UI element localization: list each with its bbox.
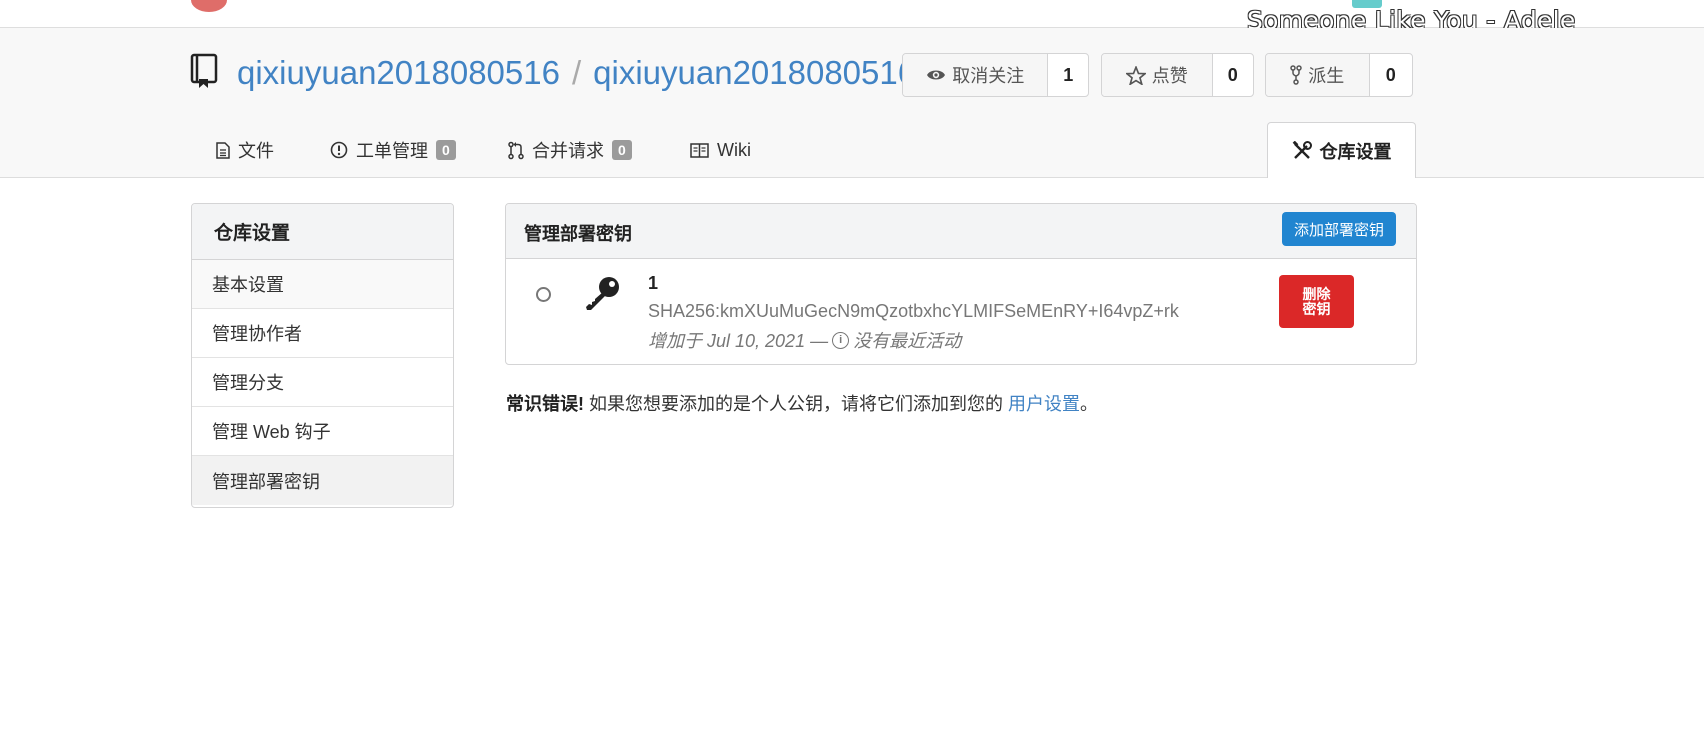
info-icon: i [832,331,850,349]
watch-button-group: 取消关注 1 [902,53,1089,97]
file-icon [216,141,230,159]
sidebar-item-branches[interactable]: 管理分支 [192,358,453,407]
repo-name-link[interactable]: qixiuyuan2018080516 [593,54,916,91]
notice-strong: 常识错误! [506,394,584,414]
tab-pull-requests[interactable]: 合并请求 0 [508,134,632,166]
eye-icon [927,70,946,80]
panel-header: 管理部署密钥 添加部署密钥 [506,204,1416,259]
repo-title: qixiuyuan2018080516 / qixiuyuan2018080516 [237,54,916,92]
deploy-key-added: 增加于 Jul 10, 2021 — [648,331,829,351]
tab-issues[interactable]: 工单管理 0 [330,134,456,166]
tab-wiki[interactable]: Wiki [690,134,751,166]
user-settings-link[interactable]: 用户设置 [1008,394,1080,414]
pulls-count-badge: 0 [612,140,632,160]
book-icon [690,142,709,158]
star-icon [1125,65,1146,85]
tab-issues-label: 工单管理 [356,141,428,161]
watch-button[interactable]: 取消关注 [903,54,1049,96]
settings-sidebar: 仓库设置 基本设置 管理协作者 管理分支 管理 Web 钩子 管理部署密钥 [191,203,454,508]
star-button[interactable]: 点赞 [1102,54,1213,96]
repo-owner-link[interactable]: qixiuyuan2018080516 [237,54,560,91]
add-deploy-key-button[interactable]: 添加部署密钥 [1281,212,1396,246]
sidebar-item-collaborators[interactable]: 管理协作者 [192,309,453,358]
tab-files-label: 文件 [238,141,274,161]
issue-icon [330,141,348,159]
key-status-radio[interactable] [536,287,551,302]
repo-book-icon [190,53,218,88]
sidebar-title: 仓库设置 [192,204,453,260]
fork-icon [1290,65,1303,85]
fork-button[interactable]: 派生 [1266,54,1370,96]
issues-count-badge: 0 [436,140,456,160]
delete-key-line2: 密钥 [1302,300,1331,317]
fork-count[interactable]: 0 [1370,54,1412,96]
deploy-key-name: 1 [648,273,659,293]
tab-settings-label: 仓库设置 [1319,141,1392,162]
tab-files[interactable]: 文件 [216,134,274,166]
star-count[interactable]: 0 [1213,54,1253,96]
watch-label: 取消关注 [952,66,1025,86]
fork-button-group: 派生 0 [1265,53,1413,97]
panel-title: 管理部署密钥 [524,224,632,244]
pull-request-icon [508,141,524,159]
notice-end: 。 [1080,394,1098,414]
deploy-keys-panel: 管理部署密钥 添加部署密钥 1 SHA256:kmXUuMuGecN9mQzot… [505,203,1417,365]
sidebar-item-basic-settings[interactable]: 基本设置 [192,260,453,309]
repo-title-separator: / [571,54,582,91]
deploy-key-fingerprint: SHA256:kmXUuMuGecN9mQzotbxhcYLMIFSeMEnRY… [648,301,1179,321]
star-button-group: 点赞 0 [1101,53,1254,97]
delete-key-line1: 删除 [1302,285,1331,302]
fork-label: 派生 [1308,66,1345,86]
watch-count[interactable]: 1 [1048,54,1088,96]
delete-key-button[interactable]: 删除 密钥 [1279,275,1354,328]
tools-icon [1292,140,1312,159]
notice-text: 如果您想要添加的是个人公钥，请将它们添加到您的 [584,394,1008,414]
tab-pulls-label: 合并请求 [532,141,604,161]
deploy-key-meta: 增加于 Jul 10, 2021 — i 没有最近活动 [648,327,961,353]
tab-settings[interactable]: 仓库设置 [1267,122,1416,178]
notice-message: 常识错误! 如果您想要添加的是个人公钥，请将它们添加到您的 用户设置。 [506,390,1098,416]
key-icon [586,277,619,310]
deploy-key-activity: 没有最近活动 [853,331,962,351]
tab-wiki-label: Wiki [717,139,751,160]
sidebar-item-deploy-keys[interactable]: 管理部署密钥 [192,456,453,505]
gitea-logo-icon[interactable] [191,0,227,12]
star-label: 点赞 [1151,66,1188,86]
sidebar-item-webhooks[interactable]: 管理 Web 钩子 [192,407,453,456]
